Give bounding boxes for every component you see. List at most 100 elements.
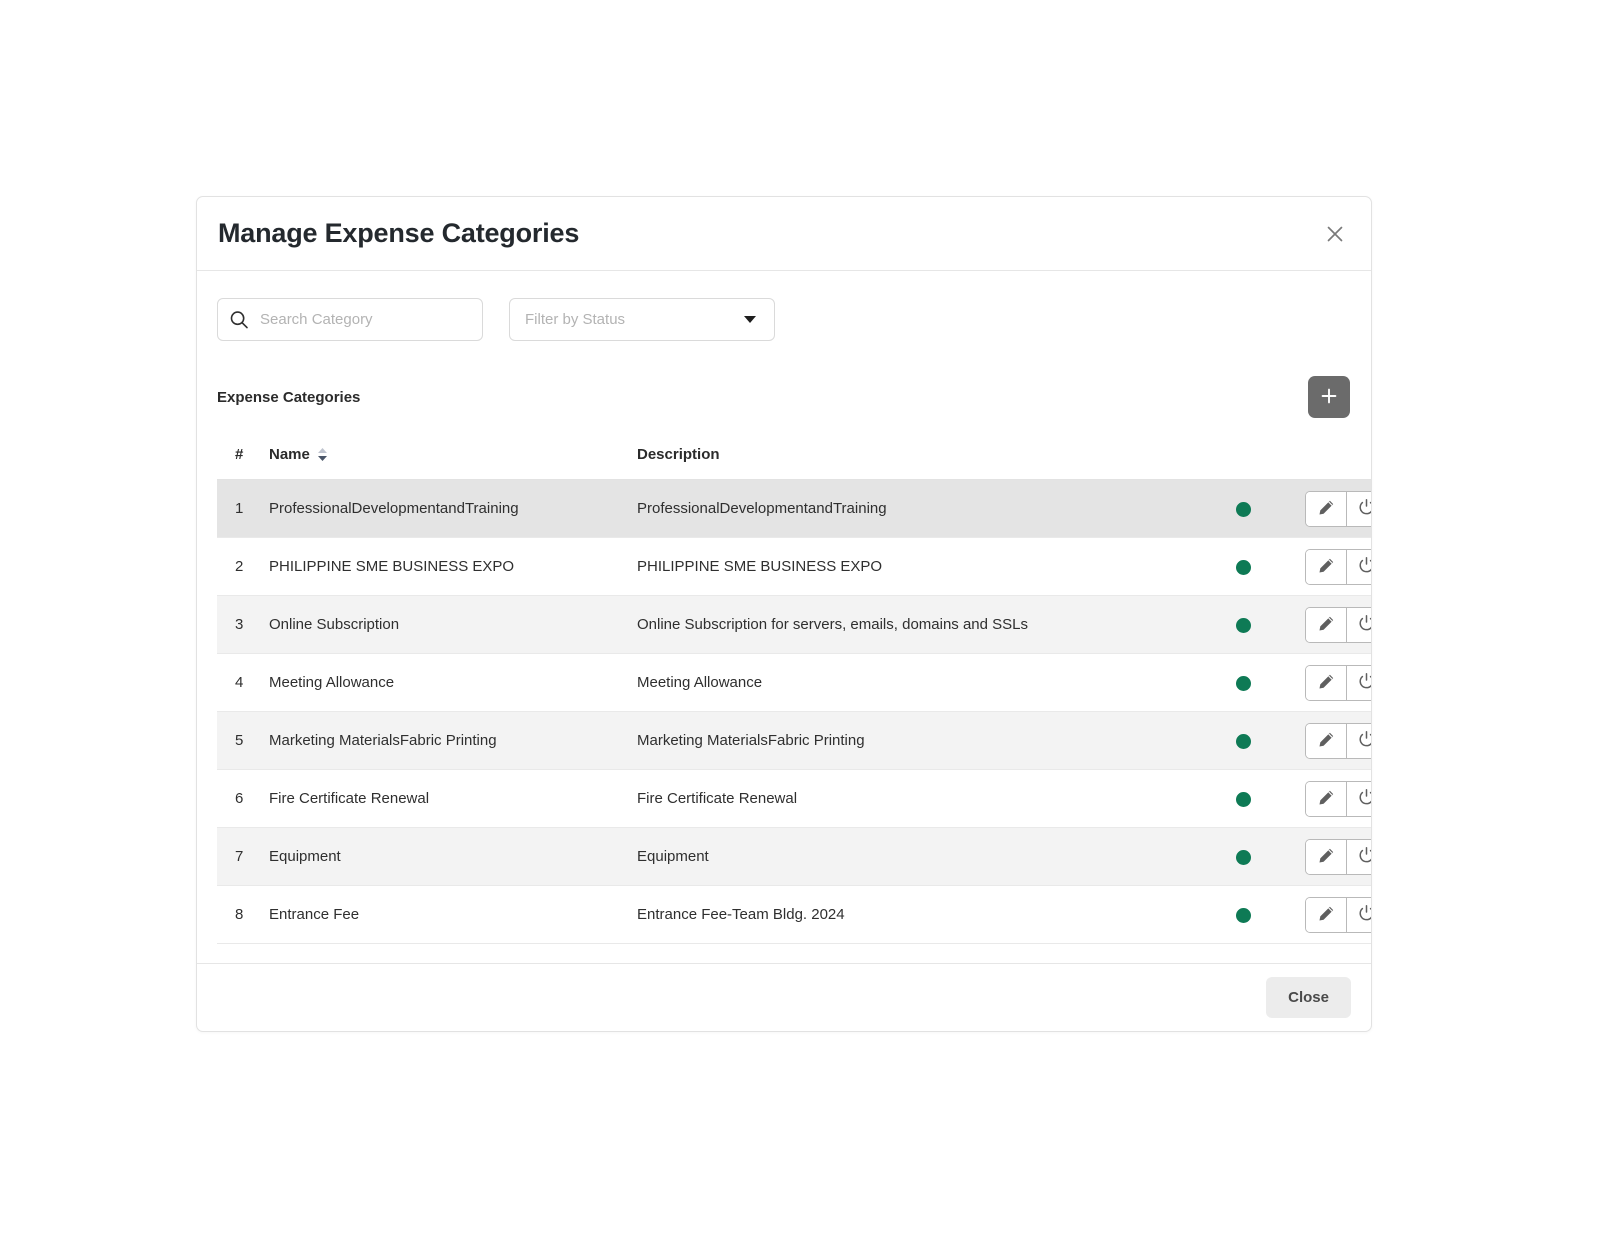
cell-number: 5	[217, 711, 269, 770]
cell-number: 2	[217, 537, 269, 596]
edit-row-button[interactable]	[1306, 839, 1346, 874]
toggle-status-button[interactable]	[1346, 897, 1371, 932]
cell-actions	[1289, 595, 1371, 654]
edit-row-button[interactable]	[1306, 549, 1346, 584]
edit-row-button[interactable]	[1306, 781, 1346, 816]
toggle-status-button[interactable]	[1346, 607, 1371, 642]
cell-name: Equipment	[269, 827, 637, 886]
column-header-name[interactable]: Name	[269, 446, 637, 480]
cell-actions	[1289, 537, 1371, 596]
close-icon[interactable]	[1320, 219, 1350, 249]
table-row[interactable]: 4 Meeting Allowance Meeting Allowance	[217, 653, 1371, 712]
cell-number: 4	[217, 653, 269, 712]
table-row[interactable]: 7 Equipment Equipment	[217, 827, 1371, 886]
power-icon	[1357, 498, 1371, 520]
column-header-status	[1197, 446, 1289, 480]
dialog-body: Filter by Status Expense Categories	[197, 271, 1371, 963]
cell-name: PHILIPPINE SME BUSINESS EXPO	[269, 537, 637, 596]
cell-description: Fire Certificate Renewal	[637, 769, 1197, 828]
column-header-description: Description	[637, 446, 1197, 480]
status-badge	[1235, 791, 1251, 807]
add-category-button[interactable]	[1308, 376, 1350, 418]
status-badge	[1235, 559, 1251, 575]
cell-number: 6	[217, 769, 269, 828]
page-root: Manage Expense Categories Search Categor…	[0, 0, 1600, 1254]
power-icon	[1357, 904, 1371, 926]
search-field[interactable]	[217, 298, 483, 341]
cell-description: Meeting Allowance	[637, 653, 1197, 712]
table-row[interactable]: 5 Marketing MaterialsFabric Printing Marke…	[217, 711, 1371, 770]
cell-name: Fire Certificate Renewal	[269, 769, 637, 828]
filters-row: Filter by Status	[217, 298, 1351, 341]
cell-name: Meeting Allowance	[269, 653, 637, 712]
pencil-icon	[1318, 557, 1335, 577]
row-action-group	[1305, 606, 1371, 643]
status-badge	[1235, 501, 1251, 517]
toggle-status-button[interactable]	[1346, 491, 1371, 526]
cell-actions	[1289, 653, 1371, 712]
status-filter-select[interactable]: Filter by Status	[509, 298, 775, 341]
pencil-icon	[1318, 789, 1335, 809]
cell-status	[1197, 595, 1289, 654]
row-action-group	[1305, 780, 1371, 817]
power-icon	[1357, 730, 1371, 752]
pencil-icon	[1318, 731, 1335, 751]
pencil-icon	[1318, 905, 1335, 925]
toggle-status-button[interactable]	[1346, 781, 1371, 816]
row-action-group	[1305, 548, 1371, 585]
cell-number: 1	[217, 479, 269, 538]
cell-description: PHILIPPINE SME BUSINESS EXPO	[637, 537, 1197, 596]
toggle-status-button[interactable]	[1346, 549, 1371, 584]
cell-description: Online Subscription for servers, emails,…	[637, 595, 1197, 654]
search-input[interactable]	[218, 299, 482, 340]
section-title: Expense Categories	[217, 388, 361, 406]
cell-description: Equipment	[637, 827, 1197, 886]
table-row[interactable]: 8 Entrance Fee Entrance Fee-Team Bldg. 202…	[217, 885, 1371, 944]
toggle-status-button[interactable]	[1346, 665, 1371, 700]
chevron-down-icon	[744, 316, 756, 323]
table-header-row: # Name Description	[217, 446, 1371, 480]
cell-status	[1197, 827, 1289, 886]
toggle-status-button[interactable]	[1346, 839, 1371, 874]
toggle-status-button[interactable]	[1346, 723, 1371, 758]
dialog-header: Manage Expense Categories	[197, 197, 1371, 271]
cell-actions	[1289, 827, 1371, 886]
table-row[interactable]: 1 ProfessionalDevelopmentandTraining Profe…	[217, 479, 1371, 538]
status-badge	[1235, 675, 1251, 691]
cell-description: ProfessionalDevelopmentandTraining	[637, 479, 1197, 538]
table-body: 1 ProfessionalDevelopmentandTraining Profe…	[217, 479, 1371, 944]
table-head: # Name Description	[217, 446, 1371, 480]
cell-status	[1197, 885, 1289, 944]
table-row[interactable]: 6 Fire Certificate Renewal Fire Certificat…	[217, 769, 1371, 828]
edit-row-button[interactable]	[1306, 607, 1346, 642]
column-header-number: #	[217, 446, 269, 480]
close-button[interactable]: Close	[1266, 977, 1351, 1018]
power-icon	[1357, 672, 1371, 694]
edit-row-button[interactable]	[1306, 491, 1346, 526]
cell-status	[1197, 479, 1289, 538]
pencil-icon	[1318, 847, 1335, 867]
column-header-actions	[1289, 446, 1371, 480]
column-header-name-label: Name	[269, 446, 310, 463]
cell-number: 7	[217, 827, 269, 886]
table-row[interactable]: 2 PHILIPPINE SME BUSINESS EXPO PHILIPPINE …	[217, 537, 1371, 596]
row-action-group	[1305, 664, 1371, 701]
cell-actions	[1289, 479, 1371, 538]
cell-description: Marketing MaterialsFabric Printing	[637, 711, 1197, 770]
cell-status	[1197, 769, 1289, 828]
cell-name: ProfessionalDevelopmentandTraining	[269, 479, 637, 538]
edit-row-button[interactable]	[1306, 723, 1346, 758]
row-action-group	[1305, 838, 1371, 875]
edit-row-button[interactable]	[1306, 897, 1346, 932]
power-icon	[1357, 788, 1371, 810]
sort-updown-icon[interactable]	[317, 447, 328, 462]
cell-number: 3	[217, 595, 269, 654]
table-row[interactable]: 3 Online Subscription Online Subscription …	[217, 595, 1371, 654]
status-badge	[1235, 733, 1251, 749]
expense-categories-table: # Name Description 1 ProfessionalDevelop…	[217, 446, 1371, 944]
page-title: Manage Expense Categories	[218, 217, 580, 248]
status-badge	[1235, 907, 1251, 923]
edit-row-button[interactable]	[1306, 665, 1346, 700]
pencil-icon	[1318, 673, 1335, 693]
pencil-icon	[1318, 499, 1335, 519]
